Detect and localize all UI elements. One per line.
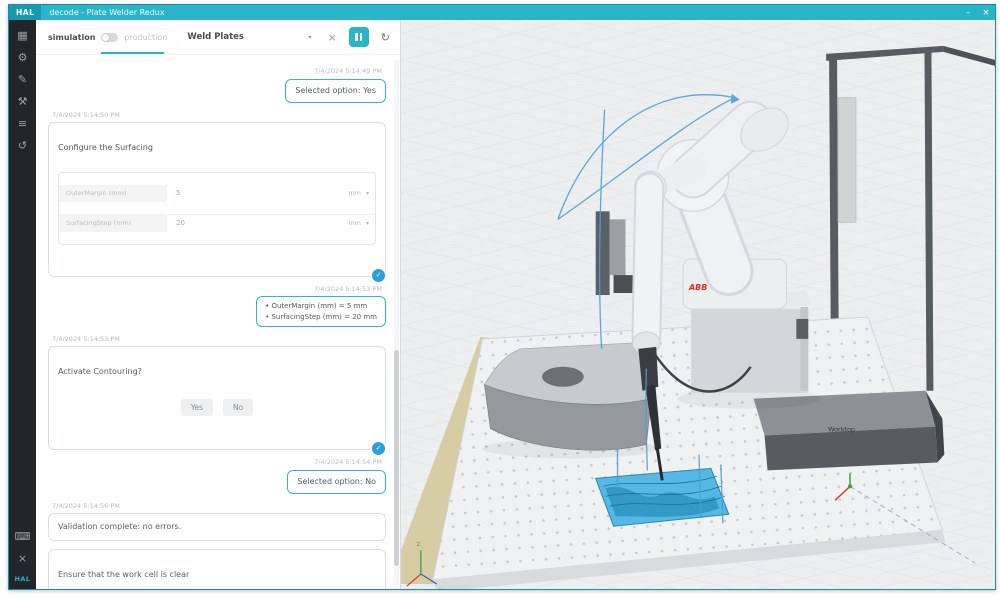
bot-message-card: Validation complete: no errors.	[48, 513, 386, 541]
app-window: HAL decode - Plate Welder Redux – × ▦ ⚙ …	[8, 4, 996, 590]
outer-margin-unit: mm	[348, 188, 361, 197]
check-icon: ✓	[370, 440, 387, 457]
pause-bar	[359, 33, 363, 41]
chevron-down-icon[interactable]: ▾	[366, 189, 369, 198]
surfacing-step-input[interactable]: 20	[167, 218, 348, 229]
message-group: 7/4/2024 5:14:53 PM • OuterMargin (mm) =…	[48, 285, 386, 327]
refresh-icon[interactable]: ↻	[381, 31, 390, 44]
pause-bar	[355, 33, 358, 41]
message-group: 7/4/2024 5:14:49 PM Selected option: Yes	[48, 67, 386, 103]
mode-simulation-label[interactable]: simulation	[48, 33, 95, 42]
abb-logo: ABB	[688, 283, 707, 292]
titlebar: HAL decode - Plate Welder Redux – ×	[9, 5, 995, 20]
procedure-select[interactable]: Weld Plates ▾	[187, 32, 311, 42]
message-timestamp: 7/4/2024 5:14:50 PM	[52, 111, 120, 119]
edit-icon[interactable]: ✎	[18, 74, 27, 85]
sidebar: ▦ ⚙ ✎ ⚒ ≡ ↺ ⌨ × HAL	[9, 20, 36, 589]
chat-toolbar: simulation production Weld Plates ▾ × ↻	[36, 20, 400, 55]
form-row: OuterMargin (mm) 5 mm ▾	[59, 185, 375, 202]
keyboard-icon[interactable]: ⌨	[15, 531, 31, 542]
hal-logo: HAL	[9, 5, 42, 20]
pause-button[interactable]	[348, 27, 369, 47]
outer-margin-input[interactable]: 5	[167, 188, 348, 199]
scene-canvas[interactable]: Worktop ABB z	[401, 20, 995, 589]
wedge-hole	[542, 366, 584, 387]
chevron-down-icon[interactable]: ▾	[366, 219, 369, 228]
layers-icon[interactable]: ≡	[18, 118, 27, 129]
hal-footer-logo: HAL	[14, 575, 31, 583]
tools-icon[interactable]: ⚒	[18, 96, 28, 107]
minimize-button[interactable]: –	[959, 8, 977, 18]
user-reply-bubble: Selected option: No	[287, 470, 386, 494]
axis-y-label: y	[439, 587, 443, 589]
close-panel-icon[interactable]: ×	[18, 553, 27, 564]
check-icon: ✓	[370, 267, 387, 284]
message-group: 7/4/2024 5:14:56 PM Validation complete:…	[48, 502, 386, 541]
bot-message-card: Ensure that the work cell is clear ✓	[48, 549, 386, 589]
chat-panel: simulation production Weld Plates ▾ × ↻ …	[36, 20, 401, 589]
grid-icon[interactable]: ▦	[17, 30, 27, 41]
yes-button[interactable]: Yes	[180, 399, 213, 416]
viewport-3d[interactable]: Worktop ABB z	[401, 20, 995, 589]
no-button[interactable]: No	[222, 399, 254, 416]
close-window-button[interactable]: ×	[977, 8, 995, 18]
window-title: decode - Plate Welder Redux	[49, 8, 165, 17]
form-title: Configure the Surfacing	[58, 143, 153, 152]
message-timestamp: 7/4/2024 5:14:54 PM	[314, 458, 382, 466]
chevron-down-icon: ▾	[308, 33, 312, 41]
message-timestamp: 7/4/2024 5:14:53 PM	[52, 335, 120, 343]
settings-icon[interactable]: ⚙	[18, 52, 28, 63]
mode-production-label[interactable]: production	[124, 33, 167, 42]
message-timestamp: 7/4/2024 5:14:49 PM	[314, 67, 382, 75]
active-tab-underline	[101, 52, 164, 54]
message-timestamp: 7/4/2024 5:14:53 PM	[314, 285, 382, 293]
message-group: 7/4/2024 5:14:54 PM Selected option: No	[48, 458, 386, 494]
bot-message-text: Ensure that the work cell is clear	[58, 570, 190, 579]
main-area: ▦ ⚙ ✎ ⚒ ≡ ↺ ⌨ × HAL simulation productio…	[9, 20, 995, 589]
surfacing-step-label: SurfacingStep (mm)	[59, 215, 167, 232]
surfacing-form: OuterMargin (mm) 5 mm ▾ SurfacingStep (m…	[58, 172, 376, 245]
surfacing-form-card: Configure the Surfacing OuterMargin (mm)…	[48, 122, 387, 284]
procedure-label: Weld Plates	[187, 32, 244, 42]
outer-margin-label: OuterMargin (mm)	[59, 185, 167, 202]
message-group: 7/4/2024 5:14:50 PM Configure the Surfac…	[48, 111, 387, 284]
contouring-question-card: Activate Contouring? Yes No ✓	[48, 346, 387, 457]
message-group: 7/4/2024 5:14:53 PM Activate Contouring?…	[48, 335, 387, 457]
message-group: Ensure that the work cell is clear ✓	[48, 549, 386, 589]
message-list[interactable]: 7/4/2024 5:14:49 PM Selected option: Yes…	[36, 55, 400, 589]
mode-toggle[interactable]	[101, 32, 119, 42]
form-row: SurfacingStep (mm) 20 mm ▾	[59, 214, 375, 232]
surfacing-step-unit: mm	[348, 218, 361, 227]
history-icon[interactable]: ↺	[18, 140, 27, 151]
close-procedure-icon[interactable]: ×	[328, 31, 337, 44]
message-timestamp: 7/4/2024 5:14:56 PM	[52, 502, 120, 510]
user-reply-bubble: Selected option: Yes	[285, 79, 386, 103]
toggle-knob	[102, 33, 110, 41]
worktop-label: Worktop	[828, 426, 855, 434]
axis-z-label: z	[417, 541, 420, 548]
user-reply-bubble: • OuterMargin (mm) = 5 mm • SurfacingSte…	[256, 296, 386, 327]
choice-buttons: Yes No	[58, 399, 376, 416]
bot-message-text: Activate Contouring?	[58, 367, 142, 376]
chat-scrollbar-thumb[interactable]	[394, 350, 399, 567]
